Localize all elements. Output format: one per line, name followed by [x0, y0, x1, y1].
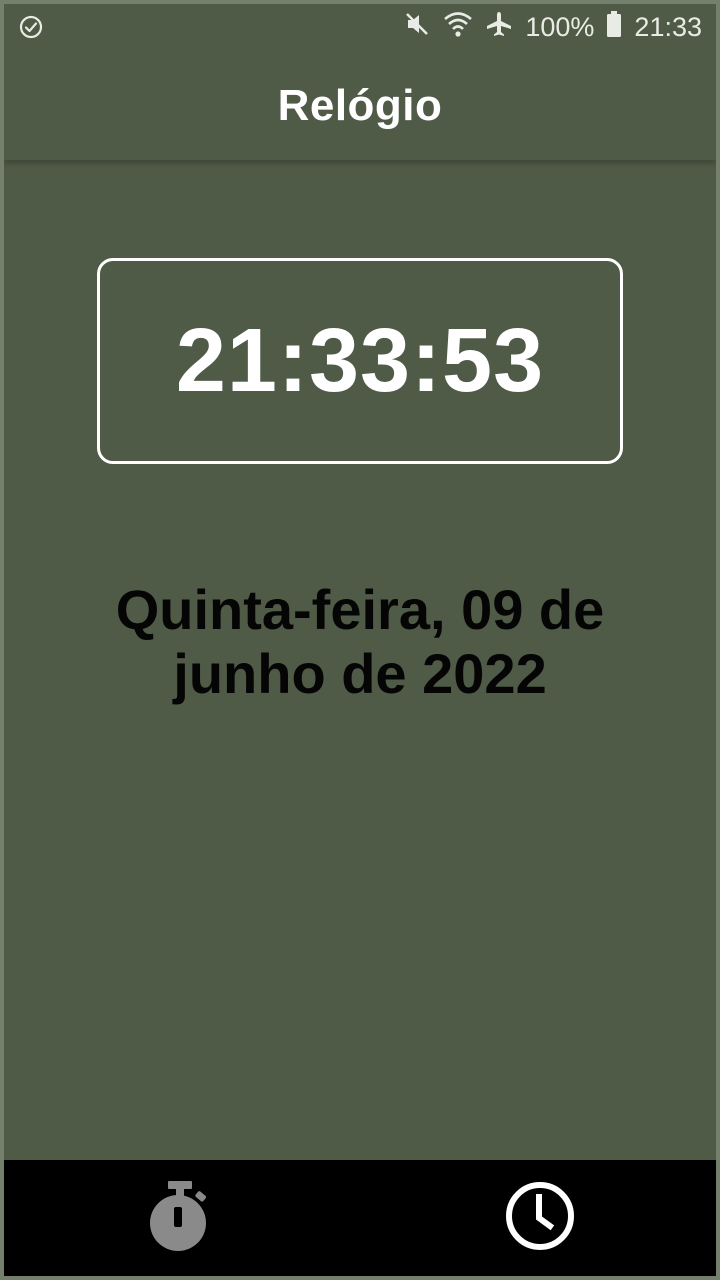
mute-icon [403, 10, 431, 45]
wifi-icon [443, 10, 473, 45]
battery-icon [606, 10, 622, 45]
airplane-icon [485, 10, 513, 45]
app-bar: Relógio [4, 52, 716, 160]
status-bar: 100% 21:33 [4, 4, 716, 52]
date-text: Quinta-feira, 09 de junho de 2022 [115, 578, 605, 705]
nav-item-stopwatch[interactable] [140, 1178, 220, 1258]
app-screen: 100% 21:33 Relógio 21:33:53 Quinta-feira… [0, 0, 720, 1280]
clock-icon [504, 1180, 576, 1257]
check-circle-icon [18, 14, 44, 47]
nav-item-clock[interactable] [500, 1178, 580, 1258]
status-time: 21:33 [634, 12, 702, 42]
clock-display: 21:33:53 [97, 258, 623, 464]
bottom-nav [4, 1160, 716, 1276]
stopwatch-icon [148, 1180, 212, 1257]
page-title: Relógio [277, 81, 443, 130]
battery-percent: 100% [525, 12, 595, 42]
clock-time: 21:33:53 [175, 310, 545, 411]
